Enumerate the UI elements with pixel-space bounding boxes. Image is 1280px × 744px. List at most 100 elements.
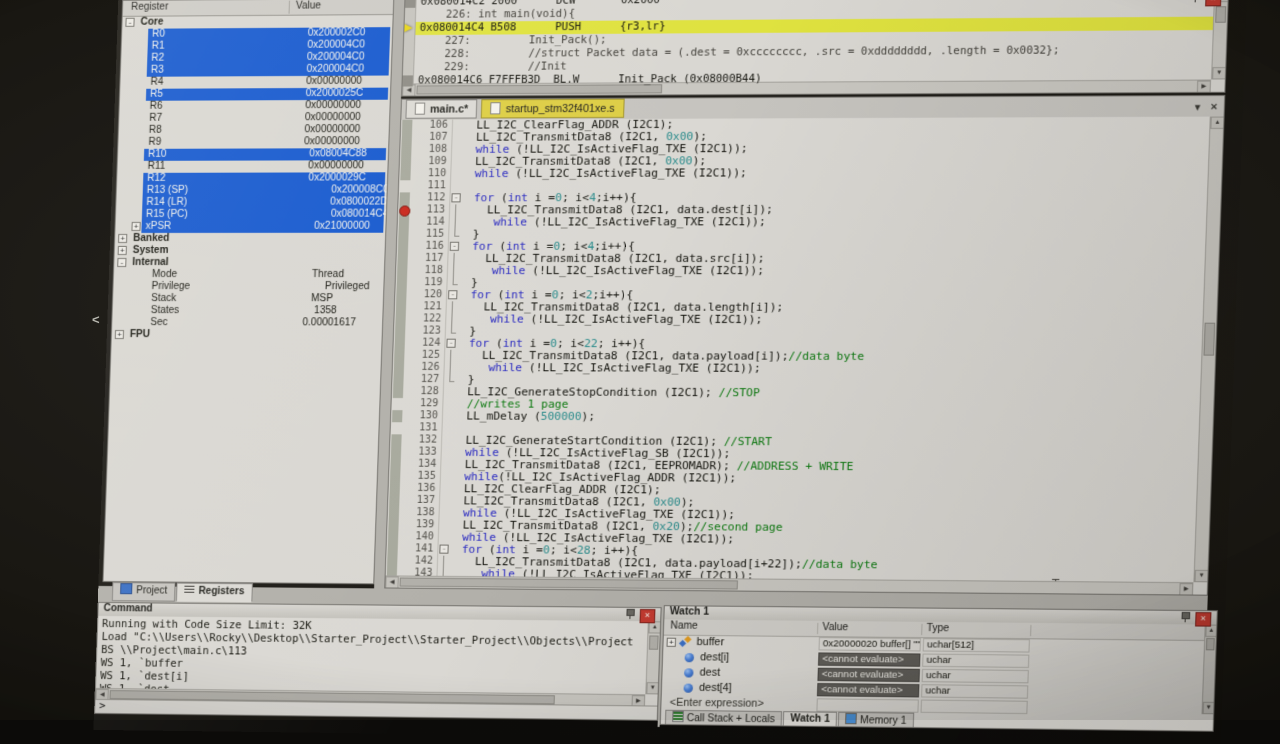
column-divider[interactable] — [1030, 625, 1031, 636]
line-number: 138 — [396, 507, 435, 519]
registers-header-name[interactable]: Register — [131, 2, 169, 13]
scroll-down-icon[interactable] — [646, 682, 659, 694]
scroll-thumb[interactable] — [1206, 638, 1215, 650]
tab-label: Memory 1 — [860, 715, 907, 727]
watch-name[interactable]: dest[4] — [699, 681, 732, 697]
code-line[interactable]: 118 while (!LL_I2C_IsActiveFlag_TXE (I2C… — [396, 265, 1205, 277]
line-number: 128 — [400, 386, 439, 398]
pin-icon[interactable] — [1190, 0, 1200, 2]
register-name: R6 — [149, 101, 162, 112]
watch-value[interactable]: <cannot evaluate> — [817, 683, 920, 697]
watch-type[interactable]: uchar — [921, 684, 1028, 699]
line-number: 133 — [398, 446, 437, 458]
pin-icon[interactable] — [1180, 612, 1190, 622]
tab-registers[interactable]: Registers — [176, 583, 253, 603]
register-value: 0x0800022D — [330, 196, 388, 207]
scroll-down-icon[interactable] — [1203, 702, 1215, 714]
register-name: R7 — [149, 113, 162, 124]
expander-icon[interactable]: - — [125, 18, 134, 27]
watch-col-type[interactable]: Type — [926, 623, 949, 634]
register-row[interactable]: R110x00000000 — [117, 160, 387, 173]
expander-icon[interactable]: - — [117, 258, 126, 267]
tab-watch-1[interactable]: Watch 1 — [783, 711, 838, 729]
registers-header-value[interactable]: Value — [296, 0, 321, 11]
register-name: Banked — [133, 233, 170, 244]
scroll-right-icon[interactable] — [1179, 583, 1193, 595]
tab-project[interactable]: Project — [112, 582, 176, 602]
tab-memory-1[interactable]: Memory 1 — [838, 712, 914, 730]
register-row[interactable]: R60x00000000 — [119, 100, 389, 113]
register-row[interactable]: R90x00000000 — [118, 136, 388, 149]
watch-col-name[interactable]: Name — [670, 620, 698, 631]
fold-marker-icon[interactable] — [446, 339, 455, 348]
scroll-left-icon[interactable] — [385, 576, 399, 588]
code-text: while (!LL_I2C_IsActiveFlag_TXE (I2C1)); — [471, 265, 764, 277]
close-icon[interactable] — [640, 609, 656, 623]
watch-name[interactable]: dest — [699, 665, 720, 680]
watch-name[interactable]: dest[i] — [700, 650, 729, 666]
register-row[interactable]: Sec0.00001617 — [112, 317, 382, 329]
register-row[interactable]: -Internal — [114, 257, 384, 269]
fold-marker-icon — [439, 556, 451, 568]
fold-marker-icon — [447, 313, 459, 325]
scroll-thumb[interactable] — [1203, 323, 1215, 356]
watch-value[interactable] — [816, 698, 919, 712]
register-row[interactable]: +FPU — [112, 329, 382, 342]
watch-value[interactable]: 0x20000020 buffer[] "" — [818, 637, 921, 651]
watch-type[interactable] — [921, 700, 1028, 715]
register-row[interactable]: R70x00000000 — [119, 112, 389, 125]
register-row[interactable]: R100x08004C88 — [118, 148, 388, 161]
register-row[interactable]: + Banked — [115, 233, 385, 245]
column-divider[interactable] — [817, 623, 818, 634]
register-row[interactable]: +System — [115, 245, 385, 257]
register-row[interactable]: States1358 — [112, 305, 382, 317]
column-divider[interactable] — [921, 624, 922, 635]
scroll-thumb[interactable] — [649, 635, 659, 649]
watch-value[interactable]: <cannot evaluate> — [817, 668, 920, 682]
fold-marker-icon[interactable] — [448, 290, 457, 299]
watch-type[interactable]: uchar — [922, 654, 1029, 668]
register-row[interactable]: StackMSP — [113, 293, 383, 305]
pin-icon[interactable] — [625, 609, 635, 619]
watch-name[interactable]: buffer — [696, 635, 724, 651]
code-line[interactable]: 114 while (!LL_I2C_IsActiveFlag_TXE (I2C… — [398, 216, 1207, 229]
expander-icon[interactable]: + — [115, 330, 124, 339]
expander-icon[interactable]: + — [118, 234, 127, 243]
scroll-right-icon[interactable] — [1197, 81, 1211, 93]
tab-label: Project — [136, 585, 168, 596]
watch-type[interactable]: uchar[512] — [923, 638, 1030, 652]
watch-type[interactable]: uchar — [922, 669, 1029, 683]
command-title: Command — [103, 603, 152, 614]
register-row[interactable]: R80x00000000 — [119, 124, 389, 137]
fold-marker-icon[interactable] — [450, 242, 459, 251]
fold-marker-icon[interactable] — [451, 193, 460, 202]
scroll-thumb[interactable] — [400, 578, 738, 590]
register-row[interactable]: R15 (PC)0x080014C4 — [116, 209, 386, 221]
tab-list-icon[interactable] — [1193, 102, 1203, 112]
register-row[interactable]: ModeThread — [114, 269, 384, 281]
code-address-block — [402, 75, 413, 86]
expander-icon[interactable]: + — [667, 638, 677, 647]
scroll-down-icon[interactable] — [1212, 67, 1226, 79]
watch-value[interactable]: <cannot evaluate> — [818, 652, 921, 666]
fold-marker-icon[interactable] — [439, 545, 448, 554]
register-row[interactable]: R120x2000029C — [117, 172, 387, 185]
register-row[interactable]: R13 (SP)0x200008C0 — [117, 184, 387, 197]
scroll-down-icon[interactable] — [1194, 570, 1208, 582]
watch-col-value[interactable]: Value — [822, 622, 848, 633]
tab-call-stack---locals[interactable]: Call Stack + Locals — [665, 710, 783, 729]
scroll-up-icon[interactable] — [1210, 117, 1224, 129]
expander-icon[interactable]: + — [131, 222, 140, 231]
code-editor[interactable]: 106LL_I2C_ClearFlag_ADDR (I2C1);107LL_I2… — [386, 117, 1210, 583]
editor-tab-startup-stm32f401xe-s[interactable]: startup_stm32f401xe.s — [481, 99, 624, 119]
register-value: 0x2000025C — [306, 88, 364, 99]
register-row[interactable]: R14 (LR)0x0800022D — [116, 196, 386, 209]
editor-tab-main-c-[interactable]: main.c* — [405, 99, 477, 118]
register-row[interactable]: +xPSR0x21000000 — [115, 221, 385, 233]
expander-icon[interactable]: + — [118, 246, 127, 255]
close-icon[interactable] — [1195, 612, 1211, 627]
register-row[interactable]: PrivilegePrivileged — [113, 281, 383, 293]
registers-column-divider[interactable] — [289, 1, 290, 14]
close-document-icon[interactable] — [1210, 101, 1217, 113]
close-icon[interactable] — [1205, 0, 1221, 6]
